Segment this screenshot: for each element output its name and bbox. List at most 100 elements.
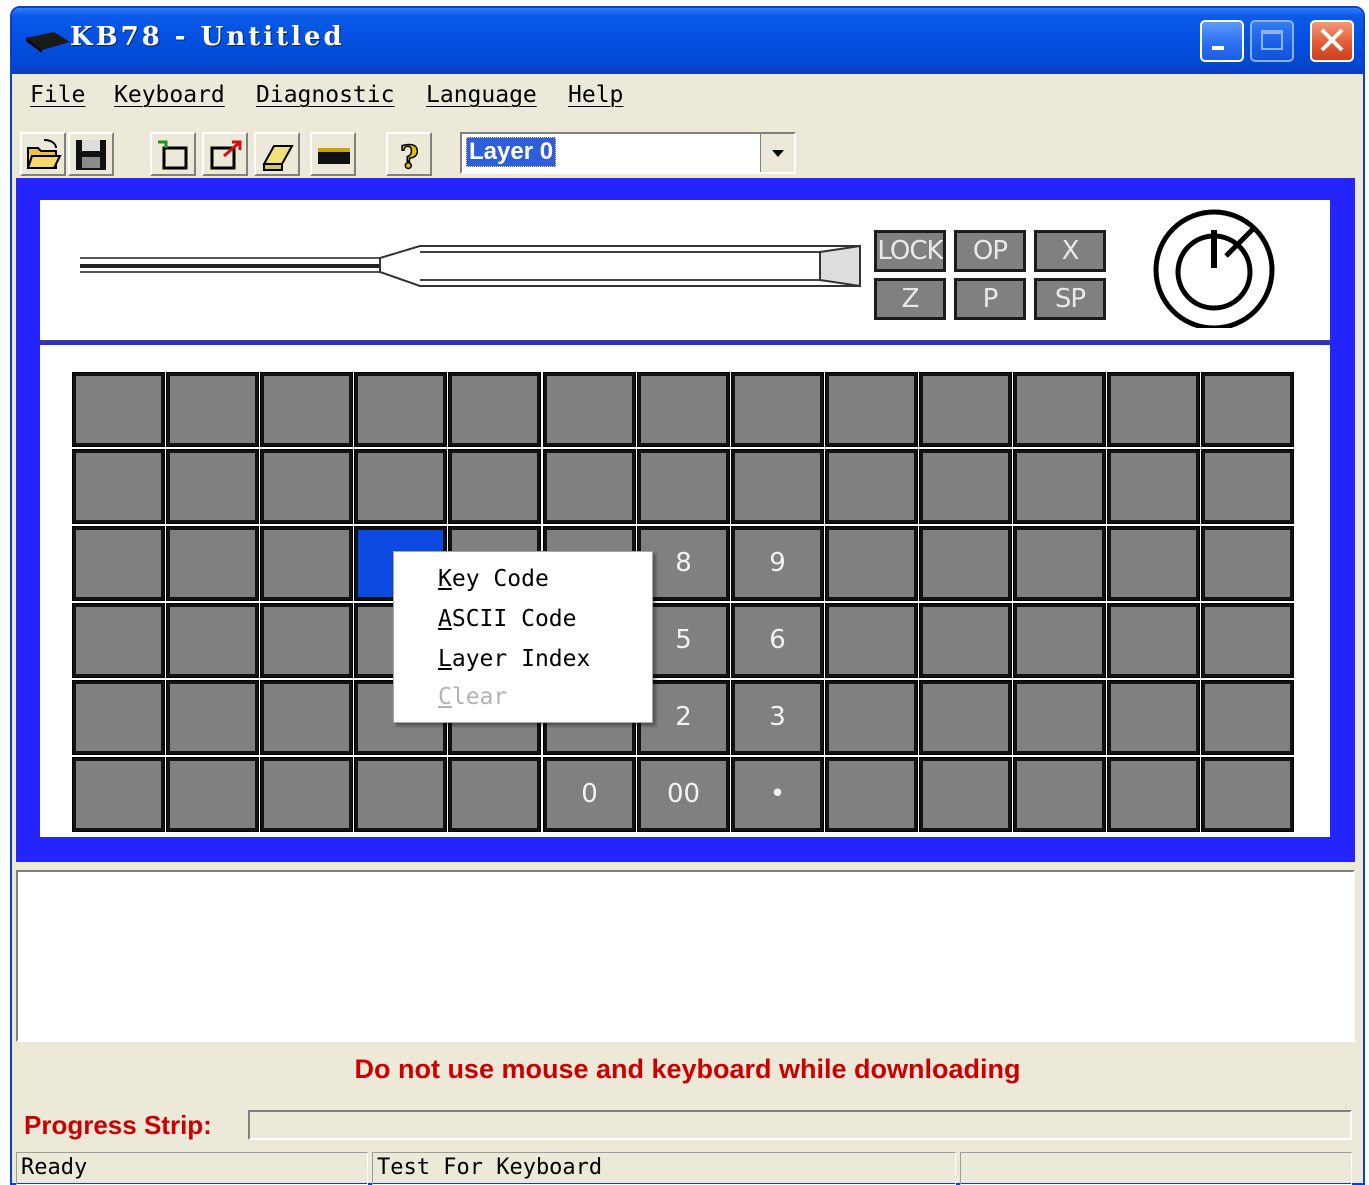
export-button[interactable] xyxy=(202,132,248,176)
save-button[interactable] xyxy=(68,132,114,176)
open-button[interactable] xyxy=(20,132,66,176)
key-r2-c9[interactable] xyxy=(919,526,1012,601)
key-r4-c1[interactable] xyxy=(166,680,259,755)
context-item-key-code[interactable]: Key Code xyxy=(438,566,549,592)
key-r0-c12[interactable] xyxy=(1201,372,1294,447)
layer-dropdown[interactable]: Layer 0 xyxy=(460,132,796,174)
key-r4-c9[interactable] xyxy=(919,680,1012,755)
key-r0-c1[interactable] xyxy=(166,372,259,447)
dropdown-arrow-button[interactable] xyxy=(760,134,794,172)
key-r5-c1[interactable] xyxy=(166,757,259,832)
key-r1-c0[interactable] xyxy=(72,449,165,524)
key-r5-c6[interactable]: 00 xyxy=(637,757,730,832)
status-key-lock[interactable]: LOCK xyxy=(874,230,946,272)
key-r2-c12[interactable] xyxy=(1201,526,1294,601)
key-r0-c10[interactable] xyxy=(1013,372,1106,447)
menu-help[interactable]: Help xyxy=(568,82,623,108)
key-r4-c11[interactable] xyxy=(1107,680,1200,755)
key-r1-c6[interactable] xyxy=(637,449,730,524)
key-r3-c0[interactable] xyxy=(72,603,165,678)
key-r4-c0[interactable] xyxy=(72,680,165,755)
eraser-button[interactable] xyxy=(254,132,300,176)
bar-button[interactable] xyxy=(310,132,356,176)
context-item-layer-index-label: ayer Index xyxy=(451,646,591,672)
minimize-button[interactable] xyxy=(1200,20,1244,62)
key-r0-c5[interactable] xyxy=(543,372,636,447)
key-r2-c0[interactable] xyxy=(72,526,165,601)
key-r2-c11[interactable] xyxy=(1107,526,1200,601)
key-r3-c2[interactable] xyxy=(260,603,353,678)
key-r5-c4[interactable] xyxy=(448,757,541,832)
key-r5-c9[interactable] xyxy=(919,757,1012,832)
status-key-p[interactable]: P xyxy=(954,278,1026,320)
key-r3-c11[interactable] xyxy=(1107,603,1200,678)
key-r4-c12[interactable] xyxy=(1201,680,1294,755)
key-r5-c0[interactable] xyxy=(72,757,165,832)
key-r0-c3[interactable] xyxy=(354,372,447,447)
key-r4-c8[interactable] xyxy=(825,680,918,755)
key-r1-c1[interactable] xyxy=(166,449,259,524)
key-r5-c10[interactable] xyxy=(1013,757,1106,832)
key-r5-c2[interactable] xyxy=(260,757,353,832)
key-r1-c12[interactable] xyxy=(1201,449,1294,524)
open-folder-icon xyxy=(26,139,62,169)
key-r5-c8[interactable] xyxy=(825,757,918,832)
key-r3-c8[interactable] xyxy=(825,603,918,678)
maximize-button[interactable] xyxy=(1250,20,1294,62)
key-r4-c2[interactable] xyxy=(260,680,353,755)
key-r1-c2[interactable] xyxy=(260,449,353,524)
key-r5-c3[interactable] xyxy=(354,757,447,832)
status-key-z[interactable]: Z xyxy=(874,278,946,320)
key-r1-c4[interactable] xyxy=(448,449,541,524)
key-r2-c1[interactable] xyxy=(166,526,259,601)
key-r1-c3[interactable] xyxy=(354,449,447,524)
menu-keyboard[interactable]: Keyboard xyxy=(114,82,225,108)
keyboard-panel: LOCK OP X Z P SP 7895623000• xyxy=(16,178,1355,862)
key-r0-c2[interactable] xyxy=(260,372,353,447)
key-r1-c5[interactable] xyxy=(543,449,636,524)
context-item-ascii-code[interactable]: ASCII Code xyxy=(438,606,576,632)
menu-file[interactable]: File xyxy=(30,82,85,108)
status-key-sp[interactable]: SP xyxy=(1034,278,1106,320)
key-r3-c1[interactable] xyxy=(166,603,259,678)
key-r0-c0[interactable] xyxy=(72,372,165,447)
key-r3-c7[interactable]: 6 xyxy=(731,603,824,678)
close-button[interactable] xyxy=(1310,20,1354,62)
key-r2-c10[interactable] xyxy=(1013,526,1106,601)
key-r2-c8[interactable] xyxy=(825,526,918,601)
card-reader-slot-icon xyxy=(80,244,861,288)
toolbar: ? Layer 0 xyxy=(18,120,1357,180)
key-r5-c5[interactable]: 0 xyxy=(543,757,636,832)
key-r2-c7[interactable]: 9 xyxy=(731,526,824,601)
key-r0-c11[interactable] xyxy=(1107,372,1200,447)
key-r3-c10[interactable] xyxy=(1013,603,1106,678)
key-r1-c11[interactable] xyxy=(1107,449,1200,524)
key-r0-c6[interactable] xyxy=(637,372,730,447)
key-r0-c8[interactable] xyxy=(825,372,918,447)
status-key-x[interactable]: X xyxy=(1034,230,1106,272)
key-r5-c7[interactable]: • xyxy=(731,757,824,832)
key-r0-c4[interactable] xyxy=(448,372,541,447)
key-r0-c9[interactable] xyxy=(919,372,1012,447)
key-r1-c10[interactable] xyxy=(1013,449,1106,524)
context-item-layer-index[interactable]: Layer Index xyxy=(438,646,590,672)
menu-diagnostic[interactable]: Diagnostic xyxy=(256,82,394,108)
key-r2-c2[interactable] xyxy=(260,526,353,601)
key-r1-c9[interactable] xyxy=(919,449,1012,524)
key-r4-c7[interactable]: 3 xyxy=(731,680,824,755)
export-icon xyxy=(210,140,242,170)
key-r3-c12[interactable] xyxy=(1201,603,1294,678)
help-button[interactable]: ? xyxy=(386,132,432,176)
title-bar[interactable]: KB78 - Untitled xyxy=(12,8,1363,74)
key-r1-c8[interactable] xyxy=(825,449,918,524)
key-r5-c11[interactable] xyxy=(1107,757,1200,832)
new-layout-button[interactable] xyxy=(150,132,196,176)
key-r5-c12[interactable] xyxy=(1201,757,1294,832)
key-r3-c9[interactable] xyxy=(919,603,1012,678)
menu-language[interactable]: Language xyxy=(426,82,537,108)
key-r4-c10[interactable] xyxy=(1013,680,1106,755)
message-log[interactable] xyxy=(16,870,1355,1042)
key-r1-c7[interactable] xyxy=(731,449,824,524)
key-r0-c7[interactable] xyxy=(731,372,824,447)
status-key-op[interactable]: OP xyxy=(954,230,1026,272)
